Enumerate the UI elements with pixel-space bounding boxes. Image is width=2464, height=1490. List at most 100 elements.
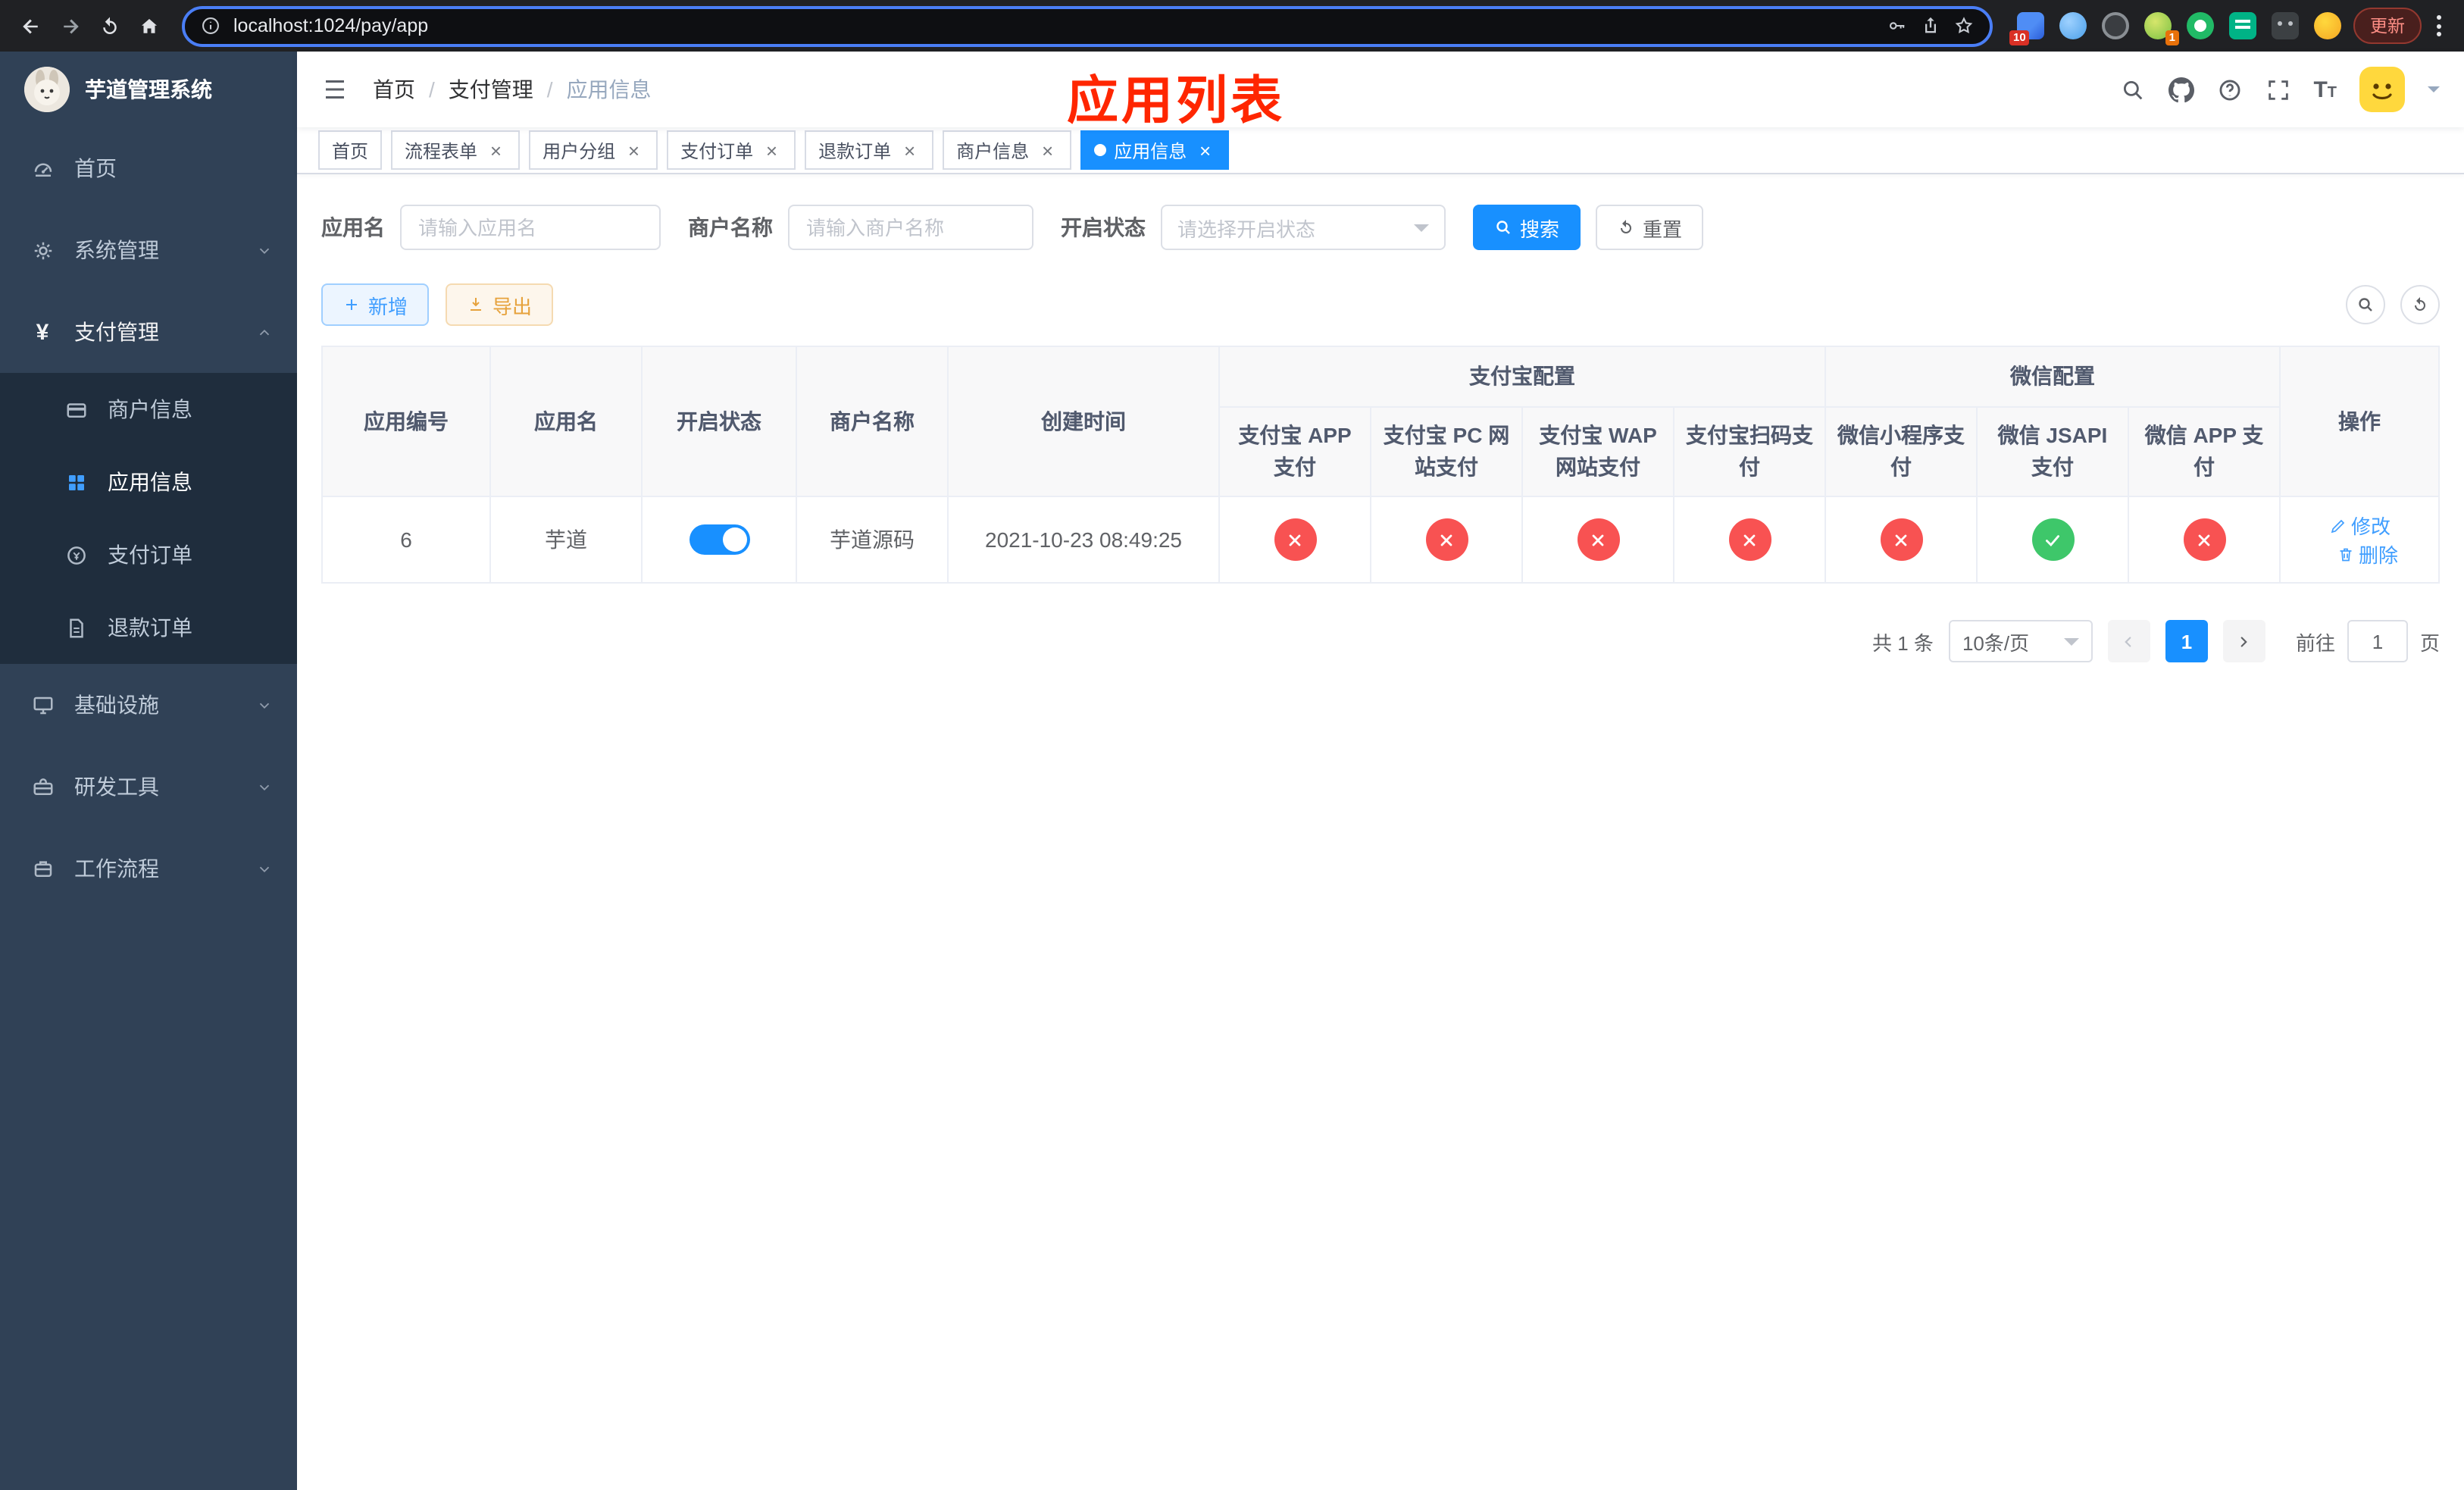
sidebar-item-label: 工作流程	[74, 856, 159, 881]
app-logo: 芋道管理系统	[0, 52, 297, 127]
extension-badge: 1	[2165, 30, 2179, 45]
reload-icon[interactable]	[91, 8, 127, 44]
status-cross-icon	[1577, 518, 1619, 561]
browser-update-button[interactable]: 更新	[2353, 8, 2422, 44]
home-icon[interactable]	[130, 8, 167, 44]
extension-icon[interactable]	[2272, 12, 2299, 39]
chevron-down-icon	[256, 778, 273, 795]
search-button[interactable]: 搜索	[1473, 205, 1581, 250]
back-icon[interactable]	[12, 8, 48, 44]
status-cross-icon	[2183, 518, 2225, 561]
chevron-down-icon	[1414, 224, 1429, 239]
extension-icon[interactable]	[2187, 12, 2214, 39]
bookmark-star-icon[interactable]	[1953, 15, 1975, 36]
col-app-id: 应用编号	[321, 346, 491, 497]
breadcrumb-current: 应用信息	[566, 77, 652, 102]
extension-icon[interactable]: 10	[2009, 12, 2044, 45]
chevron-down-icon	[256, 860, 273, 877]
extension-icon[interactable]: 1	[2144, 12, 2179, 45]
goto-page-input[interactable]	[2347, 620, 2408, 662]
password-key-icon[interactable]	[1887, 15, 1908, 36]
reset-button[interactable]: 重置	[1596, 205, 1704, 250]
cell-merchant-name: 芋道源码	[796, 496, 949, 584]
merchant-name-input[interactable]	[788, 205, 1033, 250]
export-button[interactable]: 导出	[446, 283, 554, 326]
tab-refund-order[interactable]: 退款订单	[805, 130, 934, 170]
pay-order-icon	[64, 543, 88, 567]
close-icon[interactable]	[1194, 139, 1215, 161]
add-button[interactable]: 新增	[321, 283, 430, 326]
tab-app-info[interactable]: 应用信息	[1080, 130, 1230, 170]
forward-icon[interactable]	[52, 8, 88, 44]
page-size-select[interactable]: 10条/页	[1948, 620, 2093, 662]
user-menu-caret-icon[interactable]	[2428, 86, 2440, 99]
status-toggle[interactable]	[689, 524, 749, 555]
next-page-button[interactable]	[2222, 620, 2265, 662]
extension-icon[interactable]	[2102, 12, 2129, 39]
share-icon[interactable]	[1920, 15, 1941, 36]
tab-user-group[interactable]: 用户分组	[529, 130, 658, 170]
merchant-name-label: 商户名称	[688, 215, 773, 239]
search-icon[interactable]	[2119, 77, 2145, 102]
sidebar-item-devtools[interactable]: 研发工具	[0, 746, 297, 828]
sidebar-item-system[interactable]: 系统管理	[0, 209, 297, 291]
credit-card-icon	[64, 397, 88, 421]
breadcrumb-payment[interactable]: 支付管理	[449, 74, 533, 105]
status-cross-icon	[1728, 518, 1771, 561]
toggle-search-button[interactable]	[2346, 285, 2385, 324]
tab-pay-order[interactable]: 支付订单	[667, 130, 796, 170]
sidebar-item-infra[interactable]: 基础设施	[0, 664, 297, 746]
sidebar-item-workflow[interactable]: 工作流程	[0, 828, 297, 909]
address-bar[interactable]: localhost:1024/pay/app	[182, 5, 1993, 46]
status-check-icon	[2031, 518, 2074, 561]
fullscreen-icon[interactable]	[2265, 77, 2290, 102]
browser-menu-icon[interactable]	[2425, 9, 2452, 42]
close-icon[interactable]	[1037, 139, 1058, 161]
col-actions: 操作	[2279, 346, 2440, 497]
tab-home[interactable]: 首页	[318, 130, 383, 170]
breadcrumb-home[interactable]: 首页	[373, 74, 415, 105]
cell-create-time: 2021-10-23 08:49:25	[947, 496, 1220, 584]
extension-icon[interactable]	[2059, 12, 2087, 39]
edit-button[interactable]: 修改	[2328, 511, 2391, 540]
help-icon[interactable]	[2216, 77, 2242, 102]
info-icon[interactable]	[200, 15, 221, 36]
font-size-icon[interactable]: TT	[2313, 78, 2337, 101]
close-icon[interactable]	[761, 139, 782, 161]
sidebar-item-payment[interactable]: ¥ 支付管理	[0, 291, 297, 373]
status-select[interactable]: 请选择开启状态	[1161, 205, 1446, 250]
app-title: 芋道管理系统	[85, 77, 212, 102]
refresh-button[interactable]	[2400, 285, 2440, 324]
tab-process-form[interactable]: 流程表单	[391, 130, 521, 170]
monitor-icon	[30, 693, 55, 717]
table-toolbar: 新增 导出	[321, 283, 2440, 326]
col-wx-app: 微信 APP 支付	[2127, 406, 2281, 497]
app-name-input[interactable]	[400, 205, 661, 250]
col-wx-lite: 微信小程序支付	[1825, 406, 1978, 497]
user-avatar[interactable]	[2359, 67, 2405, 112]
prev-page-button[interactable]	[2107, 620, 2150, 662]
table-row: 6 芋道 芋道源码 2021-10-23 08:49:25 修改 删除	[321, 496, 2440, 584]
sidebar-item-refund-order[interactable]: 退款订单	[0, 591, 297, 664]
sidebar-item-app-info[interactable]: 应用信息	[0, 446, 297, 518]
sidebar-item-label: 支付管理	[74, 320, 159, 344]
close-icon[interactable]	[899, 139, 920, 161]
cell-alipay-app	[1218, 496, 1371, 584]
sidebar-item-home[interactable]: 首页	[0, 127, 297, 209]
sidebar-item-merchant-info[interactable]: 商户信息	[0, 373, 297, 446]
status-cross-icon	[1880, 518, 1922, 561]
sidebar-item-pay-order[interactable]: 支付订单	[0, 518, 297, 591]
sidebar-toggle-icon[interactable]	[321, 76, 349, 103]
pagination-total: 共 1 条	[1872, 631, 1934, 654]
delete-button[interactable]: 删除	[2336, 540, 2398, 568]
col-merchant-name: 商户名称	[796, 346, 949, 497]
col-group-wechat: 微信配置	[1824, 346, 2281, 408]
page-number-button[interactable]: 1	[2165, 620, 2208, 662]
profile-avatar-icon[interactable]	[2314, 12, 2341, 39]
cell-wx-app	[2127, 496, 2281, 584]
extension-icon[interactable]	[2229, 12, 2256, 39]
close-icon[interactable]	[485, 139, 506, 161]
tab-merchant-info[interactable]: 商户信息	[943, 130, 1072, 170]
github-icon[interactable]	[2168, 77, 2194, 102]
close-icon[interactable]	[623, 139, 644, 161]
